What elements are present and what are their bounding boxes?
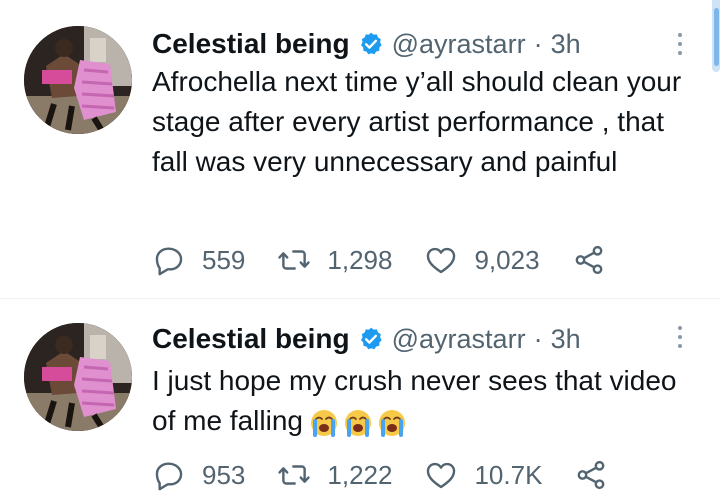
tweet-actions: 953 1,222 10.7K bbox=[152, 457, 608, 493]
loudly-crying-face-emoji bbox=[310, 409, 337, 437]
loudly-crying-face-emoji bbox=[378, 409, 405, 437]
reply-button[interactable]: 953 bbox=[152, 458, 245, 492]
loudly-crying-face-emoji bbox=[344, 409, 371, 437]
display-name[interactable]: Celestial being bbox=[152, 28, 350, 60]
tweet-text: I just hope my crush never sees that vid… bbox=[152, 365, 677, 436]
verified-badge-icon bbox=[360, 32, 382, 55]
retweet-button[interactable]: 1,222 bbox=[277, 458, 392, 492]
avatar[interactable] bbox=[24, 323, 132, 431]
tweet[interactable]: Celestial being @ayrastarr · 3h I just h… bbox=[0, 299, 720, 503]
retweet-count: 1,222 bbox=[327, 459, 393, 490]
timestamp[interactable]: 3h bbox=[551, 29, 581, 60]
reply-bubble-icon bbox=[155, 462, 183, 491]
timestamp[interactable]: 3h bbox=[551, 324, 581, 355]
display-name[interactable]: Celestial being bbox=[152, 323, 350, 355]
reply-count: 953 bbox=[202, 459, 246, 490]
retweet-icon bbox=[278, 465, 311, 485]
more-vertical-icon[interactable] bbox=[672, 323, 688, 351]
reply-count: 559 bbox=[202, 244, 246, 275]
tweet[interactable]: Celestial being @ayrastarr · 3h Afrochel… bbox=[0, 0, 720, 298]
avatar-image bbox=[24, 26, 132, 134]
avatar[interactable] bbox=[24, 26, 132, 134]
like-count: 9,023 bbox=[474, 244, 540, 275]
more-vertical-icon[interactable] bbox=[672, 30, 688, 58]
retweet-button[interactable]: 1,298 bbox=[277, 243, 392, 277]
avatar-image bbox=[24, 323, 132, 431]
separator-dot: · bbox=[533, 28, 543, 59]
tweet-header: Celestial being @ayrastarr · 3h bbox=[152, 321, 581, 357]
reply-button[interactable]: 559 bbox=[152, 243, 245, 277]
like-button[interactable]: 9,023 bbox=[424, 243, 540, 277]
tweet-actions: 559 1,298 9,023 bbox=[152, 242, 606, 278]
like-button[interactable]: 10.7K bbox=[424, 458, 542, 492]
share-icon[interactable] bbox=[574, 458, 608, 492]
retweet-count: 1,298 bbox=[327, 244, 393, 275]
heart-icon bbox=[427, 462, 456, 489]
handle[interactable]: @ayrastarr bbox=[392, 29, 526, 60]
reply-bubble-icon bbox=[155, 247, 183, 276]
verified-badge-icon bbox=[360, 327, 382, 350]
like-count: 10.7K bbox=[474, 459, 543, 490]
handle[interactable]: @ayrastarr bbox=[392, 324, 526, 355]
tweet-header: Celestial being @ayrastarr · 3h bbox=[152, 26, 581, 62]
separator-dot: · bbox=[533, 323, 543, 354]
tweet-text: Afrochella next time y’all should clean … bbox=[152, 66, 682, 177]
emoji-row bbox=[309, 408, 407, 438]
heart-icon bbox=[427, 247, 456, 274]
tweet-text-container: I just hope my crush never sees that vid… bbox=[152, 361, 692, 441]
share-icon[interactable] bbox=[572, 243, 606, 277]
retweet-icon bbox=[278, 250, 311, 270]
